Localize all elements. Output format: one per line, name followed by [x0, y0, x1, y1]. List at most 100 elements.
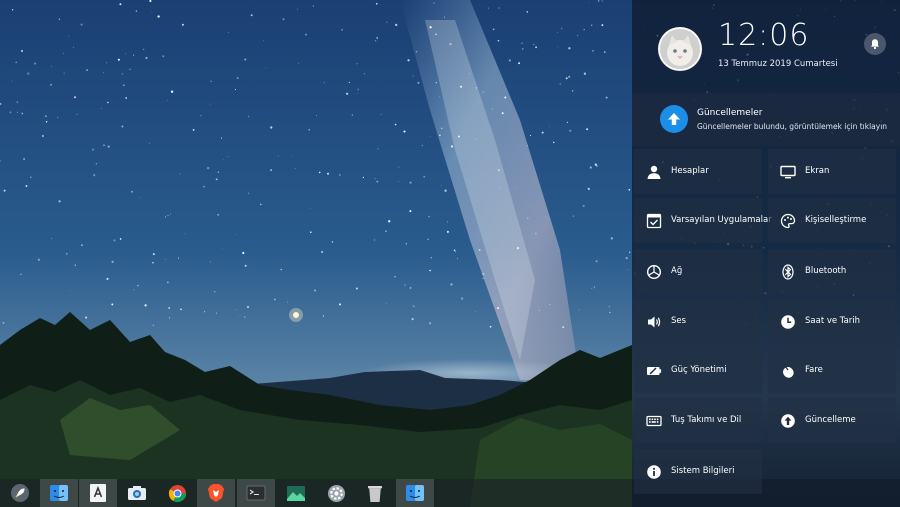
- dock-file-manager[interactable]: [40, 479, 78, 507]
- star: [453, 249, 456, 252]
- tile-label: Hesaplar: [671, 166, 709, 176]
- star: [450, 283, 453, 286]
- star: [572, 90, 574, 92]
- star: [363, 73, 366, 75]
- updates-notification[interactable]: Güncellemeler Güncellemeler bulundu, gör…: [632, 93, 900, 146]
- star: [409, 287, 412, 289]
- dock-screenshot[interactable]: [118, 479, 156, 507]
- star: [167, 281, 169, 284]
- star: [236, 234, 237, 235]
- image-icon: [287, 485, 305, 501]
- camera-icon: [128, 486, 146, 500]
- star: [25, 185, 28, 187]
- star: [435, 82, 437, 84]
- star: [63, 72, 65, 74]
- tile-display[interactable]: Ekran: [768, 149, 896, 194]
- battery-icon: [646, 363, 662, 379]
- bell-icon: [871, 39, 879, 50]
- star: [468, 73, 470, 75]
- star: [548, 126, 550, 128]
- dock-file-manager-2[interactable]: [396, 479, 434, 507]
- star: [497, 169, 500, 172]
- star: [203, 185, 205, 188]
- star: [169, 213, 172, 215]
- star: [455, 251, 457, 253]
- star: [3, 189, 6, 192]
- dock-trash[interactable]: [356, 479, 394, 507]
- star: [478, 249, 481, 251]
- dock-system-settings[interactable]: [317, 479, 355, 507]
- tile-network[interactable]: Ağ: [634, 249, 762, 294]
- star: [242, 251, 245, 255]
- tile-personalization[interactable]: Kişiselleştirme: [768, 198, 896, 243]
- star: [248, 192, 250, 194]
- star: [557, 46, 558, 48]
- dock-launcher[interactable]: [1, 479, 39, 507]
- star: [578, 309, 580, 311]
- avatar[interactable]: [658, 27, 702, 71]
- star: [17, 111, 19, 113]
- dock-terminal[interactable]: [237, 479, 275, 507]
- star: [628, 251, 631, 254]
- star: [351, 114, 353, 116]
- star: [497, 307, 500, 310]
- star: [11, 80, 13, 82]
- star: [376, 180, 379, 183]
- star: [164, 259, 166, 261]
- star: [209, 103, 211, 105]
- star: [65, 252, 68, 255]
- star: [144, 304, 147, 307]
- star: [244, 264, 247, 267]
- star: [487, 7, 489, 9]
- star: [492, 28, 495, 31]
- star: [489, 325, 492, 328]
- tile-label: Güç Yönetimi: [671, 365, 727, 375]
- tile-system-info[interactable]: Sistem Bilgileri: [634, 449, 762, 494]
- star: [357, 93, 359, 94]
- star: [121, 73, 124, 75]
- star: [522, 48, 524, 50]
- tile-default-apps[interactable]: Varsayılan Uygulamalar: [634, 198, 772, 243]
- star: [119, 238, 122, 240]
- star: [447, 221, 449, 223]
- star: [162, 55, 165, 58]
- dock-chrome[interactable]: [158, 479, 196, 507]
- tile-update[interactable]: Güncelleme: [768, 398, 896, 443]
- star: [217, 171, 220, 174]
- notifications-button[interactable]: [864, 33, 886, 55]
- star: [500, 186, 502, 188]
- tile-sound[interactable]: Ses: [634, 299, 762, 344]
- star: [357, 88, 360, 91]
- star: [446, 230, 449, 233]
- star: [456, 258, 458, 260]
- tile-mouse[interactable]: Fare: [768, 348, 896, 393]
- star: [235, 309, 237, 311]
- star: [526, 11, 529, 13]
- star: [590, 24, 593, 27]
- tile-bluetooth[interactable]: Bluetooth: [768, 249, 896, 294]
- dock-brave[interactable]: [197, 479, 235, 507]
- star: [305, 33, 307, 36]
- star: [152, 324, 154, 326]
- star: [113, 239, 116, 242]
- star: [23, 157, 26, 161]
- star: [247, 306, 249, 308]
- display-icon: [780, 164, 796, 180]
- star: [591, 287, 593, 289]
- star: [93, 174, 96, 177]
- star: [589, 166, 592, 169]
- star: [27, 72, 30, 75]
- star: [394, 123, 397, 126]
- dock-image-viewer[interactable]: [277, 479, 315, 507]
- dock-app-store[interactable]: [79, 479, 117, 507]
- tile-date-time[interactable]: Saat ve Tarih: [768, 299, 896, 344]
- star: [151, 11, 153, 13]
- tile-keyboard-language[interactable]: Tuş Takımı ve Dil: [634, 398, 762, 443]
- star: [15, 61, 17, 64]
- tile-power-management[interactable]: Güç Yönetimi: [634, 348, 762, 393]
- star: [609, 311, 611, 313]
- star: [346, 92, 349, 95]
- star: [388, 220, 391, 223]
- tile-accounts[interactable]: Hesaplar: [634, 149, 762, 194]
- star: [318, 171, 321, 174]
